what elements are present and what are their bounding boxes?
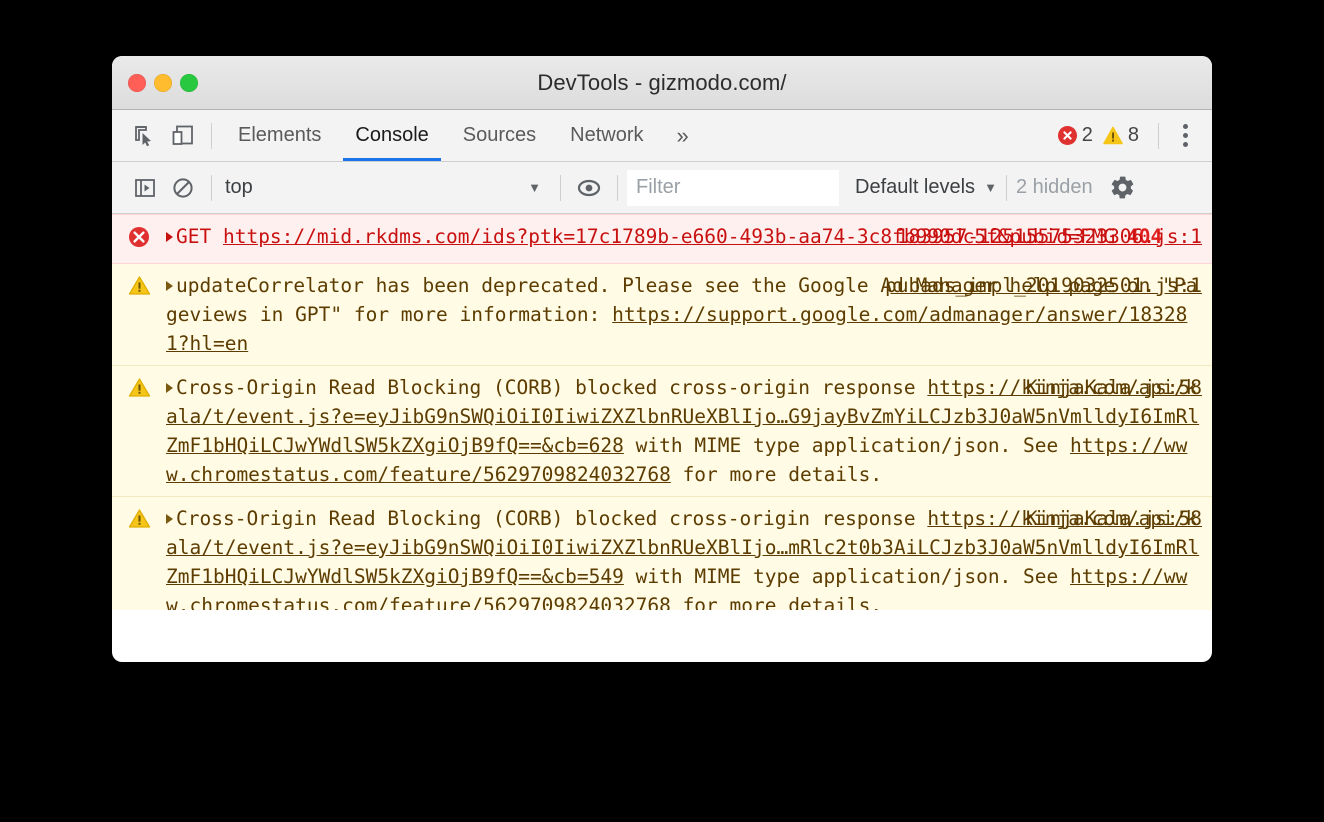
maximize-window-button[interactable]: [180, 73, 198, 92]
tab-elements[interactable]: Elements: [221, 110, 338, 161]
more-tabs-chevron-icon[interactable]: »: [661, 123, 705, 149]
close-window-button[interactable]: [128, 73, 146, 92]
expand-triangle-icon[interactable]: [166, 383, 173, 393]
message-body: KinjaKala.js:58 Cross-Origin Read Blocki…: [166, 504, 1202, 610]
console-message-row[interactable]: 183957-12515575323306.js:1 GET https://m…: [112, 214, 1212, 264]
log-levels-selector[interactable]: Default levels ▼: [855, 176, 997, 199]
message-source-link[interactable]: KinjaKala.js:58: [1012, 504, 1202, 533]
tab-console-label: Console: [355, 124, 429, 146]
error-circle-icon: [128, 226, 150, 256]
log-levels-label: Default levels: [855, 176, 976, 198]
message-body: KinjaKala.js:58 Cross-Origin Read Blocki…: [166, 373, 1202, 489]
warning-count-label: 8: [1127, 124, 1139, 146]
console-toolbar-divider-4: [1005, 174, 1007, 201]
warning-triangle-icon: [128, 275, 151, 304]
message-method: GET: [176, 225, 223, 248]
message-mime-text: with MIME type application/json. See: [623, 565, 1070, 588]
warning-triangle-icon: [1103, 126, 1123, 145]
clear-console-icon[interactable]: [164, 169, 202, 207]
toolbar-divider: [211, 122, 212, 149]
message-source-link[interactable]: 183957-12515575323306.js:1: [883, 222, 1202, 251]
window-titlebar: DevTools - gizmodo.com/: [112, 56, 1212, 110]
tab-console[interactable]: Console: [338, 110, 445, 161]
warning-counter[interactable]: 8: [1103, 124, 1139, 147]
message-tail-text: for more details.: [670, 594, 883, 610]
execution-context-label: top: [225, 176, 253, 198]
panel-tabs: Elements Console Sources Network »: [221, 110, 705, 161]
tab-sources-label: Sources: [462, 124, 537, 146]
tabbar-right-divider: [1158, 122, 1159, 149]
console-toolbar-divider-2: [560, 174, 561, 201]
message-level-gutter: [112, 271, 166, 358]
settings-gear-icon[interactable]: [1109, 174, 1136, 201]
warning-triangle-icon: [128, 508, 151, 537]
tab-sources[interactable]: Sources: [446, 110, 553, 161]
message-source-link[interactable]: KinjaKala.js:58: [1012, 373, 1202, 402]
console-toolbar: top ▼ Default levels ▼ 2 hidden: [112, 162, 1212, 214]
message-tail-text: for more details.: [670, 463, 883, 486]
console-message-row[interactable]: KinjaKala.js:58 Cross-Origin Read Blocki…: [112, 366, 1212, 497]
chevron-down-icon: ▼: [528, 180, 541, 195]
chevron-down-icon: ▼: [984, 180, 997, 195]
execution-context-selector[interactable]: top ▼: [221, 176, 551, 199]
tab-elements-label: Elements: [238, 124, 322, 146]
console-message-row[interactable]: pubads_impl_2019032501.js:1 updateCorrel…: [112, 264, 1212, 366]
kebab-menu-icon[interactable]: [1168, 119, 1202, 153]
tab-network-label: Network: [570, 124, 644, 146]
devtools-tabbar: Elements Console Sources Network » 2 8: [112, 110, 1212, 162]
create-live-expression-icon[interactable]: [570, 169, 608, 207]
console-toolbar-divider-3: [617, 174, 618, 201]
console-message-row[interactable]: KinjaKala.js:58 Cross-Origin Read Blocki…: [112, 497, 1212, 610]
warning-triangle-icon: [128, 377, 151, 406]
hidden-messages-label: 2 hidden: [1015, 176, 1093, 198]
expand-triangle-icon[interactable]: [166, 514, 173, 524]
message-source-link[interactable]: pubads_impl_2019032501.js:1: [871, 271, 1202, 300]
expand-triangle-icon[interactable]: [166, 232, 173, 242]
device-toolbar-icon[interactable]: [164, 117, 202, 155]
message-description: Cross-Origin Read Blocking (CORB) blocke…: [176, 507, 928, 530]
error-counter[interactable]: 2: [1057, 124, 1093, 147]
devtools-window: DevTools - gizmodo.com/ Elements Console: [112, 56, 1212, 662]
tabbar-right-controls: 2 8: [1057, 110, 1202, 161]
expand-triangle-icon[interactable]: [166, 281, 173, 291]
console-message-list[interactable]: 183957-12515575323306.js:1 GET https://m…: [112, 214, 1212, 610]
inspect-element-icon[interactable]: [126, 117, 164, 155]
message-level-gutter: [112, 504, 166, 610]
message-level-gutter: [112, 222, 166, 256]
filter-input[interactable]: [627, 169, 839, 206]
message-body: pubads_impl_2019032501.js:1 updateCorrel…: [166, 271, 1202, 358]
console-toolbar-divider-1: [211, 174, 212, 201]
minimize-window-button[interactable]: [154, 73, 172, 92]
message-description: Cross-Origin Read Blocking (CORB) blocke…: [176, 376, 928, 399]
show-console-sidebar-icon[interactable]: [126, 169, 164, 207]
tab-network[interactable]: Network: [553, 110, 660, 161]
message-mime-text: with MIME type application/json. See: [623, 434, 1070, 457]
error-count-label: 2: [1081, 124, 1093, 146]
message-body: 183957-12515575323306.js:1 GET https://m…: [166, 222, 1202, 256]
error-circle-icon: [1057, 126, 1077, 145]
window-title: DevTools - gizmodo.com/: [537, 69, 787, 95]
traffic-lights: [128, 73, 198, 92]
message-level-gutter: [112, 373, 166, 489]
